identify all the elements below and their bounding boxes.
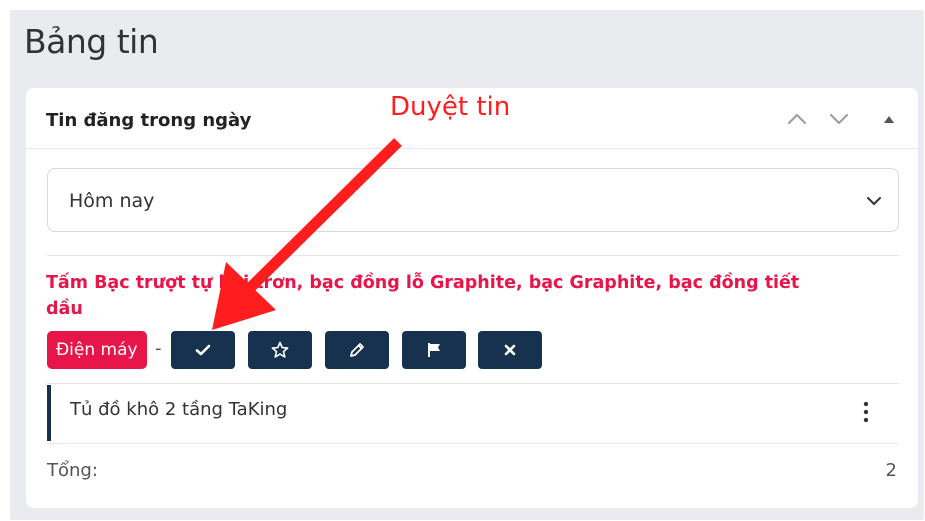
page-title: Bảng tin — [24, 22, 159, 61]
more-vertical-icon[interactable] — [857, 399, 875, 425]
caret-up-icon — [884, 116, 894, 123]
list-item-indicator — [47, 385, 51, 441]
category-badge[interactable]: Điện máy — [47, 331, 147, 369]
total-label: Tổng: — [47, 460, 98, 481]
post-title-link[interactable]: Tấm Bạc trượt tự bôi trơn, bạc đồng lỗ G… — [46, 270, 826, 322]
chevron-up-icon — [787, 113, 807, 125]
chevron-down-icon — [867, 197, 881, 205]
date-filter-value: Hôm nay — [69, 190, 155, 212]
expand-down-button[interactable] — [828, 108, 850, 130]
delete-button[interactable] — [478, 331, 542, 369]
divider — [47, 443, 899, 444]
collapse-up-button[interactable] — [786, 108, 808, 130]
flag-icon — [428, 343, 440, 357]
star-icon — [271, 341, 289, 358]
minimize-button[interactable] — [878, 108, 900, 130]
close-icon — [504, 344, 516, 356]
favorite-button[interactable] — [248, 331, 312, 369]
divider — [47, 255, 899, 256]
check-icon — [195, 344, 211, 356]
flag-button[interactable] — [402, 331, 466, 369]
annotation-label: Duyệt tin — [390, 92, 511, 122]
approve-button[interactable] — [171, 331, 235, 369]
edit-button[interactable] — [325, 331, 389, 369]
divider — [47, 383, 899, 384]
list-item[interactable]: Tủ đồ khô 2 tầng TaKing — [47, 385, 899, 441]
widget-title: Tin đăng trong ngày — [46, 110, 252, 131]
total-value: 2 — [885, 460, 897, 481]
date-filter-select[interactable]: Hôm nay — [47, 168, 899, 232]
pencil-icon — [350, 343, 364, 357]
separator: - — [155, 338, 162, 359]
list-item-label: Tủ đồ khô 2 tầng TaKing — [70, 399, 288, 420]
chevron-down-icon — [829, 113, 849, 125]
